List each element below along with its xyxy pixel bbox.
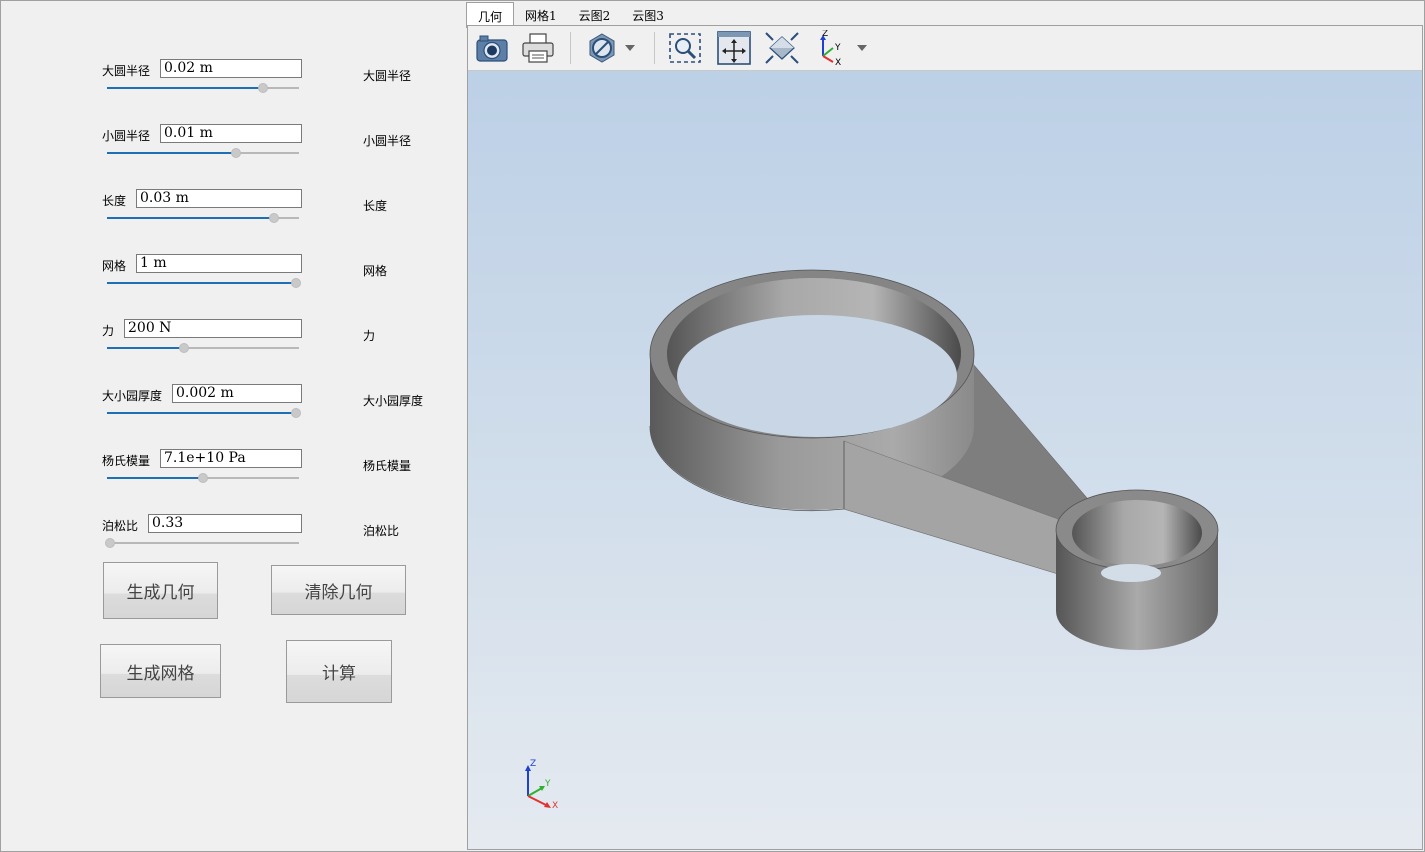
slider-thumb[interactable] [291, 278, 301, 288]
3d-viewer: Z Y X Z Y X [467, 25, 1423, 850]
dropdown-arrow-icon[interactable] [852, 31, 872, 65]
param-label-ring-thickness: 大小园厚度 [102, 389, 163, 403]
axis-label-x: X [835, 58, 841, 66]
slider-fill [107, 412, 296, 414]
triad-x-label: X [552, 801, 558, 811]
app-window: 大圆半径 0.02 m 大圆半径 小圆半径 0.01 m 小圆半径 长度 0.0… [0, 0, 1425, 852]
slider-thumb[interactable] [231, 148, 241, 158]
large-radius-slider[interactable] [107, 83, 299, 93]
compute-button[interactable]: 计算 [286, 640, 392, 703]
large-radius-caption: 大圆半径 [363, 69, 412, 83]
length-input[interactable]: 0.03 m [136, 189, 302, 208]
youngs-modulus-slider[interactable] [107, 473, 299, 483]
generate-geometry-button[interactable]: 生成几何 [103, 562, 218, 619]
axes-triad: Z Y X [525, 759, 558, 811]
geometry-model [649, 269, 1219, 650]
toolbar-separator [570, 32, 571, 64]
param-label-youngs-modulus: 杨氏模量 [102, 454, 151, 468]
axes-orientation-icon[interactable]: Z Y X [812, 30, 848, 66]
force-caption: 力 [363, 329, 376, 343]
clear-geometry-button[interactable]: 清除几何 [271, 565, 406, 615]
zoom-box-icon[interactable] [667, 31, 703, 65]
camera-icon[interactable] [474, 31, 510, 65]
view-iso-icon[interactable] [764, 31, 800, 65]
slider-thumb[interactable] [105, 538, 115, 548]
force-input[interactable]: 200 N [124, 319, 302, 338]
slider-thumb[interactable] [291, 408, 301, 418]
slider-fill [107, 152, 236, 154]
param-label-large-radius: 大圆半径 [102, 64, 151, 78]
slider-thumb[interactable] [179, 343, 189, 353]
generate-mesh-button[interactable]: 生成网格 [100, 644, 221, 698]
param-label-poisson-ratio: 泊松比 [102, 519, 139, 533]
viewer-toolbar: Z Y X [468, 26, 1422, 71]
mesh-slider[interactable] [107, 278, 301, 288]
small-radius-slider[interactable] [107, 148, 299, 158]
slider-track [107, 542, 299, 544]
ring-thickness-input[interactable]: 0.002 m [172, 384, 302, 403]
axis-label-y: Y [834, 43, 841, 53]
poisson-ratio-input[interactable]: 0.33 [148, 514, 302, 533]
tab-mesh1[interactable]: 网格1 [514, 2, 568, 26]
youngs-modulus-caption: 杨氏模量 [363, 459, 412, 473]
tab-contour3[interactable]: 云图3 [621, 2, 675, 26]
toolbar-separator [654, 32, 655, 64]
tab-contour2[interactable]: 云图2 [568, 2, 622, 26]
slider-fill [107, 477, 203, 479]
mesh-input[interactable]: 1 m [136, 254, 302, 273]
slider-fill [107, 282, 296, 284]
length-caption: 长度 [363, 199, 388, 213]
small-radius-caption: 小圆半径 [363, 134, 412, 148]
force-slider[interactable] [107, 343, 299, 353]
slider-thumb[interactable] [198, 473, 208, 483]
large-radius-input[interactable]: 0.02 m [160, 59, 302, 78]
slider-fill [107, 87, 263, 89]
param-label-force: 力 [102, 324, 115, 338]
triad-y-label: Y [544, 779, 551, 789]
dropdown-arrow-icon[interactable] [620, 31, 640, 65]
slider-fill [107, 347, 184, 349]
axis-label-z: Z [822, 30, 828, 39]
param-label-small-radius: 小圆半径 [102, 129, 151, 143]
youngs-modulus-input[interactable]: 7.1e+10 Pa [160, 449, 302, 468]
print-icon[interactable] [520, 31, 556, 65]
small-radius-input[interactable]: 0.01 m [160, 124, 302, 143]
slider-thumb[interactable] [269, 213, 279, 223]
slider-thumb[interactable] [258, 83, 268, 93]
triad-z-label: Z [530, 759, 536, 769]
ring-thickness-slider[interactable] [107, 408, 301, 418]
fit-view-icon[interactable] [716, 31, 752, 65]
slider-fill [107, 217, 274, 219]
hide-icon[interactable] [584, 31, 620, 65]
poisson-ratio-slider[interactable] [105, 538, 299, 548]
poisson-ratio-caption: 泊松比 [363, 524, 400, 538]
ring-thickness-caption: 大小园厚度 [363, 394, 424, 408]
view-tabs: 几何 网格1 云图2 云图3 [466, 2, 675, 28]
param-label-length: 长度 [102, 194, 127, 208]
3d-scene-viewport[interactable]: Z Y X [468, 71, 1422, 849]
mesh-caption: 网格 [363, 264, 388, 278]
param-label-mesh: 网格 [102, 259, 127, 273]
length-slider[interactable] [107, 213, 299, 223]
